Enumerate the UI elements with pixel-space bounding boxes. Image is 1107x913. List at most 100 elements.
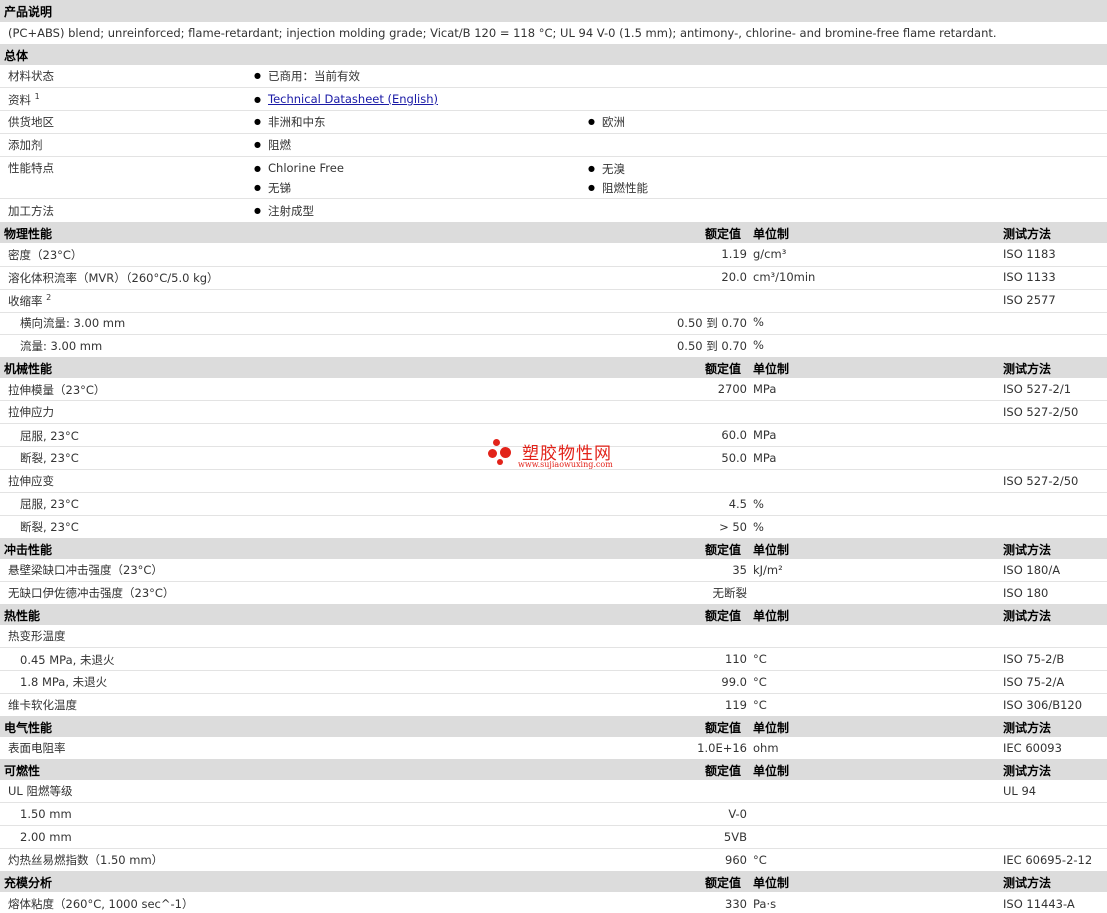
test-method: ISO 1183 bbox=[1003, 247, 1056, 261]
property-sublabel: 屈服, 23°C bbox=[20, 497, 79, 511]
column-header-unit: 单位制 bbox=[753, 764, 790, 778]
property-unit: % bbox=[753, 315, 764, 329]
test-method: ISO 2577 bbox=[1003, 293, 1056, 307]
section-title: 电气性能 bbox=[4, 721, 53, 735]
column-header-method: 测试方法 bbox=[1003, 227, 1052, 241]
additive-label: 添加剂 bbox=[8, 138, 43, 152]
property-label: 密度（23°C） bbox=[8, 248, 83, 262]
logo-dot-icon bbox=[493, 439, 500, 446]
test-method: ISO 527-2/50 bbox=[1003, 474, 1079, 488]
test-method: ISO 306/B120 bbox=[1003, 698, 1083, 712]
property-unit: % bbox=[753, 497, 764, 511]
row-divider bbox=[0, 133, 1107, 134]
property-unit: MPa bbox=[753, 428, 777, 442]
property-value: 5VB bbox=[723, 830, 747, 844]
property-label: 无缺口伊佐德冲击强度（23°C） bbox=[8, 586, 175, 600]
property-unit: ohm bbox=[753, 741, 779, 755]
column-header-value: 额定值 bbox=[705, 227, 742, 241]
column-header-method: 测试方法 bbox=[1003, 543, 1052, 557]
row-divider bbox=[0, 647, 1107, 648]
property-unit: MPa bbox=[753, 382, 777, 396]
section-title: 热性能 bbox=[4, 609, 41, 623]
row-divider bbox=[0, 87, 1107, 88]
test-method: ISO 11443-A bbox=[1003, 897, 1075, 911]
property-value: 99.0 bbox=[721, 675, 747, 689]
section-header-injection: 充模分析 额定值 单位制 测试方法 bbox=[0, 871, 1107, 892]
column-header-method: 测试方法 bbox=[1003, 876, 1052, 890]
section-title: 机械性能 bbox=[4, 362, 53, 376]
column-header-method: 测试方法 bbox=[1003, 609, 1052, 623]
property-sublabel: 断裂, 23°C bbox=[20, 451, 79, 465]
property-sublabel: 1.8 MPa, 未退火 bbox=[20, 675, 108, 689]
property-value: 330 bbox=[725, 897, 747, 911]
row-divider bbox=[0, 848, 1107, 849]
property-value: 2700 bbox=[717, 382, 747, 396]
section-title: 冲击性能 bbox=[4, 543, 53, 557]
row-divider bbox=[0, 515, 1107, 516]
section-header-physical: 物理性能 额定值 单位制 测试方法 bbox=[0, 222, 1107, 243]
property-value: 60.0 bbox=[721, 428, 747, 442]
row-divider bbox=[0, 400, 1107, 401]
property-label: 灼热丝易燃指数（1.50 mm） bbox=[8, 853, 164, 867]
section-title: 总体 bbox=[4, 49, 29, 63]
section-header-electrical: 电气性能 额定值 单位制 测试方法 bbox=[0, 716, 1107, 737]
additive-value: 阻燃 bbox=[254, 137, 291, 153]
property-unit: % bbox=[753, 338, 764, 352]
property-sublabel: 0.45 MPa, 未退火 bbox=[20, 653, 115, 667]
row-divider bbox=[0, 156, 1107, 157]
feature-item: 无锑 bbox=[254, 180, 291, 196]
property-value: 20.0 bbox=[721, 270, 747, 284]
column-header-value: 额定值 bbox=[705, 721, 742, 735]
property-unit: °C bbox=[753, 652, 767, 666]
property-label: 表面电阻率 bbox=[8, 741, 66, 755]
property-value: > 50 bbox=[719, 520, 747, 534]
row-divider bbox=[0, 581, 1107, 582]
column-header-method: 测试方法 bbox=[1003, 362, 1052, 376]
section-title: 充模分析 bbox=[4, 876, 53, 890]
property-unit: MPa bbox=[753, 451, 777, 465]
features-label: 性能特点 bbox=[8, 161, 54, 175]
property-value: 4.5 bbox=[728, 497, 747, 511]
property-value: 35 bbox=[732, 563, 747, 577]
property-value: 960 bbox=[725, 853, 747, 867]
test-method: IEC 60695-2-12 bbox=[1003, 853, 1093, 867]
property-unit: °C bbox=[753, 853, 767, 867]
test-method: ISO 75-2/A bbox=[1003, 675, 1065, 689]
row-divider bbox=[0, 312, 1107, 313]
property-value: 119 bbox=[725, 698, 747, 712]
process-label: 加工方法 bbox=[8, 204, 54, 218]
row-divider bbox=[0, 670, 1107, 671]
section-header-mechanical: 机械性能 额定值 单位制 测试方法 bbox=[0, 357, 1107, 378]
property-unit: g/cm³ bbox=[753, 247, 787, 261]
property-value: 无断裂 bbox=[712, 586, 748, 600]
product-description: (PC+ABS) blend; unreinforced; flame-reta… bbox=[8, 26, 997, 40]
technical-datasheet-link[interactable]: Technical Datasheet (English) bbox=[254, 92, 438, 106]
column-header-unit: 单位制 bbox=[753, 227, 790, 241]
column-header-method: 测试方法 bbox=[1003, 764, 1052, 778]
column-header-unit: 单位制 bbox=[753, 362, 790, 376]
property-label: 拉伸模量（23°C） bbox=[8, 383, 106, 397]
section-title: 产品说明 bbox=[4, 5, 53, 19]
column-header-unit: 单位制 bbox=[753, 721, 790, 735]
test-method: ISO 527-2/50 bbox=[1003, 405, 1079, 419]
property-unit: kJ/m² bbox=[753, 563, 783, 577]
row-divider bbox=[0, 492, 1107, 493]
column-header-unit: 单位制 bbox=[753, 543, 790, 557]
section-header-general: 总体 bbox=[0, 44, 1107, 65]
logo-dot-icon bbox=[497, 459, 503, 465]
test-method: IEC 60093 bbox=[1003, 741, 1062, 755]
property-sublabel: 1.50 mm bbox=[20, 807, 72, 821]
column-header-value: 额定值 bbox=[705, 876, 742, 890]
section-header-impact: 冲击性能 额定值 单位制 测试方法 bbox=[0, 538, 1107, 559]
row-divider bbox=[0, 693, 1107, 694]
property-label: 热变形温度 bbox=[8, 629, 66, 643]
test-method: ISO 1133 bbox=[1003, 270, 1056, 284]
logo-dot-icon bbox=[500, 447, 511, 458]
section-title: 物理性能 bbox=[4, 227, 53, 241]
test-method: ISO 75-2/B bbox=[1003, 652, 1065, 666]
row-divider bbox=[0, 423, 1107, 424]
row-divider bbox=[0, 825, 1107, 826]
section-header-thermal: 热性能 额定值 单位制 测试方法 bbox=[0, 604, 1107, 625]
property-label: 维卡软化温度 bbox=[8, 698, 77, 712]
test-method: ISO 180 bbox=[1003, 586, 1049, 600]
